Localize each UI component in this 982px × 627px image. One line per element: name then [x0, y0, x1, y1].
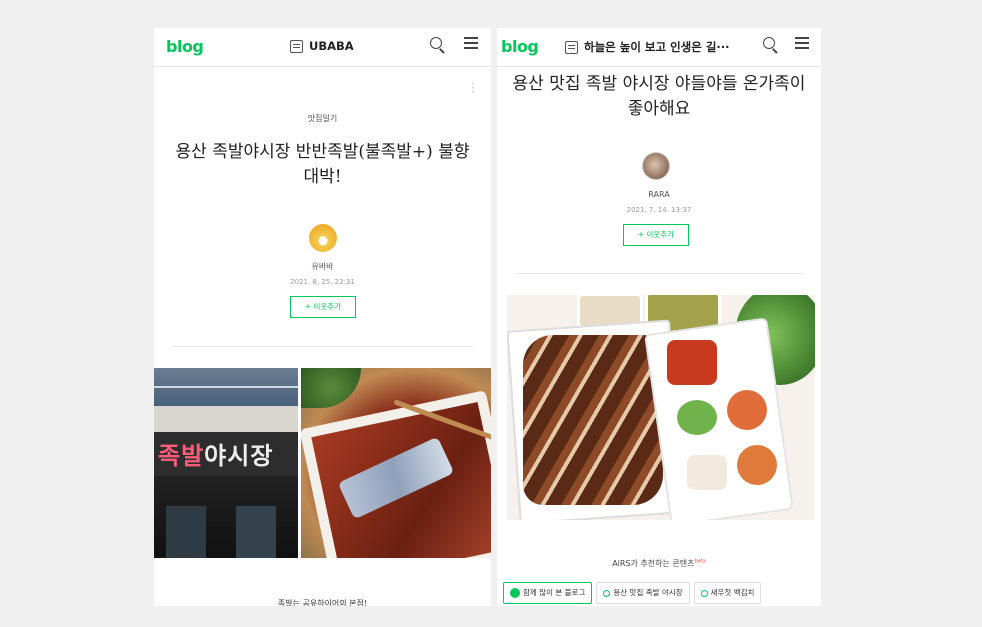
blog-name-label: 하늘은 높이 보고 인생은 길···: [584, 40, 730, 54]
sliced-jokbal: [523, 335, 663, 505]
post-date: 2021. 7. 14. 13:37: [626, 206, 692, 214]
dipping-sauce: [737, 445, 777, 485]
right-blog-post: blog 하늘은 높이 보고 인생은 길··· 용산 맛집 족발 야시장 야들야…: [497, 28, 821, 606]
follow-button[interactable]: + 이웃추가: [290, 296, 356, 318]
post-category[interactable]: 맛집일기: [154, 113, 491, 124]
post-date: 2021. 8. 25. 22:31: [290, 278, 355, 286]
dipping-sauce: [727, 390, 767, 430]
follow-button[interactable]: + 이웃추가: [623, 224, 689, 246]
shop-sign-text: 족발야시장: [158, 441, 274, 470]
post-body-text: 족발는 공유하이어의 본점!: [277, 599, 368, 606]
author-name[interactable]: 유바바: [154, 261, 491, 272]
divider: [515, 273, 803, 274]
side-greens: [301, 368, 361, 408]
building-wall: [154, 406, 298, 432]
white-side-dish: [687, 455, 727, 490]
right-top-bar: blog 하늘은 높이 보고 인생은 길···: [497, 28, 821, 67]
blog-logo[interactable]: blog: [501, 37, 539, 56]
book-icon: [565, 40, 578, 54]
recommendation-chips: 함께 많이 본 블로그 용산 맛집 족발 야시장 새우젓 백김치: [503, 582, 762, 604]
more-options-icon[interactable]: · · ·: [471, 78, 475, 98]
post-title: 용산 맛집 족발 야시장 야들야들 온가족이 좋아해요: [512, 74, 806, 119]
restaurant-sign-photo[interactable]: 족발야시장: [154, 368, 298, 558]
blog-name[interactable]: 하늘은 높이 보고 인생은 길···: [565, 39, 730, 55]
kimchi: [667, 340, 717, 385]
menu-icon[interactable]: [464, 42, 478, 44]
screenshot-canvas: blog UBABA · · · 맛집일기 용산 족발야시장 반반족발(불족발+) …: [0, 0, 982, 627]
chip-search-kimchi[interactable]: 새우젓 백김치: [693, 582, 762, 604]
left-blog-post: blog UBABA · · · 맛집일기 용산 족발야시장 반반족발(불족발+) …: [154, 28, 491, 606]
blog-name-label: UBABA: [309, 39, 354, 53]
book-icon: [290, 39, 303, 53]
post-title: 용산 족발야시장 반반족발(불족발+) 불향 대박!: [175, 142, 470, 187]
chip-search-jokbal[interactable]: 용산 맛집 족발 야시장: [596, 582, 690, 604]
chip-related-blogs[interactable]: 함께 많이 본 블로그: [503, 582, 593, 604]
search-icon: [700, 589, 708, 597]
spicy-jokbal-photo[interactable]: [301, 368, 491, 558]
shop-entrance: [154, 476, 298, 558]
search-icon[interactable]: [763, 37, 775, 49]
author-avatar[interactable]: [309, 224, 337, 252]
author-avatar[interactable]: [642, 152, 670, 180]
green-side-dish: [677, 400, 717, 435]
menu-icon[interactable]: [795, 42, 809, 44]
beta-badge: beta: [694, 558, 706, 565]
building-windows: [154, 368, 298, 406]
author-name[interactable]: RARA: [497, 190, 821, 199]
jokbal-platter-photo[interactable]: [507, 295, 815, 520]
blog-icon: [510, 588, 520, 598]
blog-logo[interactable]: blog: [166, 37, 204, 56]
blog-name[interactable]: UBABA: [290, 39, 354, 53]
left-top-bar: blog UBABA: [154, 28, 491, 67]
divider: [172, 346, 473, 347]
search-icon: [603, 589, 611, 597]
recommendation-heading: AiRS가 추천하는 콘텐츠beta: [612, 558, 706, 568]
search-icon[interactable]: [430, 37, 442, 49]
